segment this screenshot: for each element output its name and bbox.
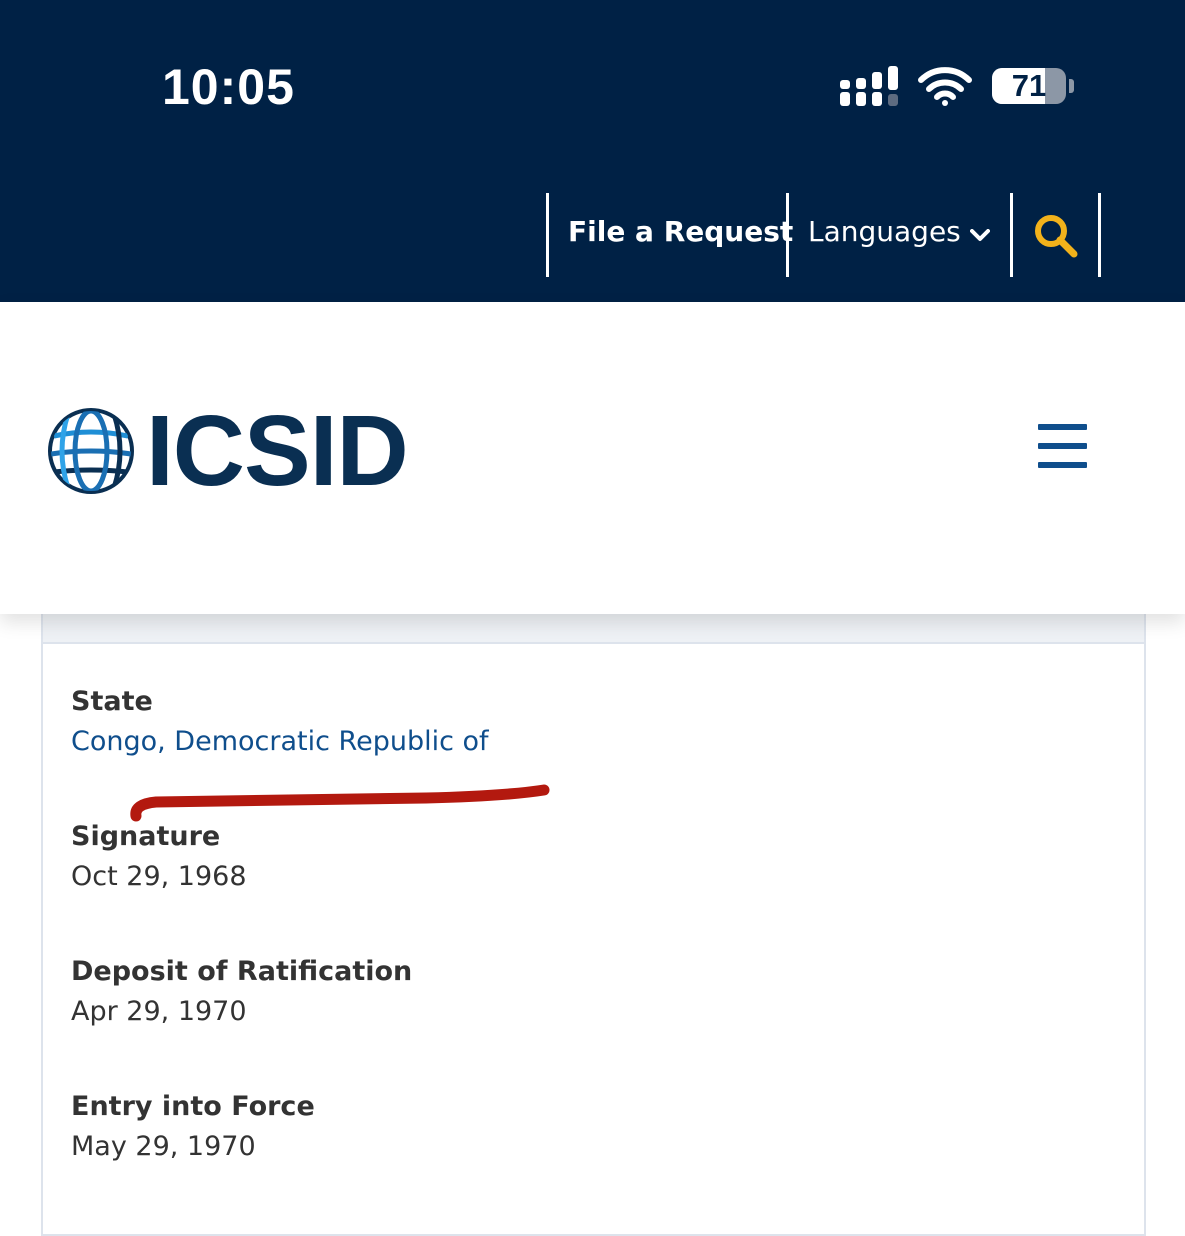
field-value: Apr 29, 1970 — [71, 996, 247, 1027]
field-label: Entry into Force — [71, 1091, 315, 1122]
state-link[interactable]: Congo, Democratic Republic of — [71, 722, 489, 762]
globe-icon[interactable] — [46, 406, 136, 496]
site-header: ICSID — [0, 302, 1185, 614]
battery-body: 71 — [992, 68, 1066, 104]
nav-divider — [1098, 193, 1101, 277]
signal-icon — [840, 66, 898, 106]
field-label: State — [71, 686, 153, 717]
field-state: State Congo, Democratic Republic of — [71, 682, 489, 762]
card-header-strip — [43, 614, 1144, 644]
battery-icon: 71 — [992, 68, 1074, 104]
chevron-down-icon[interactable] — [970, 229, 990, 243]
nav-divider — [1010, 193, 1013, 277]
logo-wordmark[interactable]: ICSID — [146, 401, 409, 501]
nav-divider — [546, 193, 549, 277]
red-underline-annotation — [130, 784, 550, 822]
record-card: State Congo, Democratic Republic of Sign… — [41, 614, 1146, 1236]
field-value: May 29, 1970 — [71, 1131, 256, 1162]
top-bar: 10:05 71 File a Request Languages — [0, 0, 1185, 302]
field-value: Oct 29, 1968 — [71, 861, 247, 892]
languages-dropdown[interactable]: Languages — [808, 215, 961, 248]
field-label: Deposit of Ratification — [71, 956, 413, 987]
field-entry-into-force: Entry into Force May 29, 1970 — [71, 1087, 315, 1167]
battery-percentage: 71 — [1011, 68, 1047, 103]
status-time: 10:05 — [162, 59, 295, 115]
field-signature: Signature Oct 29, 1968 — [71, 817, 247, 897]
nav-divider — [786, 193, 789, 277]
field-deposit-ratification: Deposit of Ratification Apr 29, 1970 — [71, 952, 412, 1032]
battery-nub — [1069, 79, 1074, 93]
menu-icon[interactable] — [1038, 424, 1088, 470]
search-icon[interactable] — [1032, 212, 1080, 260]
wifi-icon — [918, 67, 972, 106]
file-request-link[interactable]: File a Request — [568, 215, 793, 248]
